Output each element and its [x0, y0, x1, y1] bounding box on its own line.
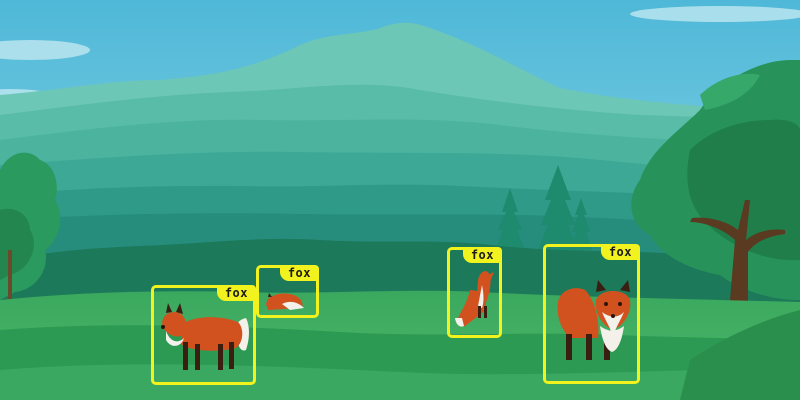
landscape-illustration	[0, 0, 800, 400]
detection-box: fox	[256, 265, 319, 318]
detection-label: fox	[216, 285, 256, 301]
detection-label: fox	[600, 244, 640, 260]
detection-box: fox	[543, 244, 640, 384]
detection-label: fox	[462, 247, 502, 263]
detection-label: fox	[279, 265, 319, 281]
detection-box: fox	[151, 285, 256, 385]
scene-canvas: fox fox fox fox	[0, 0, 800, 400]
detection-box: fox	[447, 247, 502, 338]
